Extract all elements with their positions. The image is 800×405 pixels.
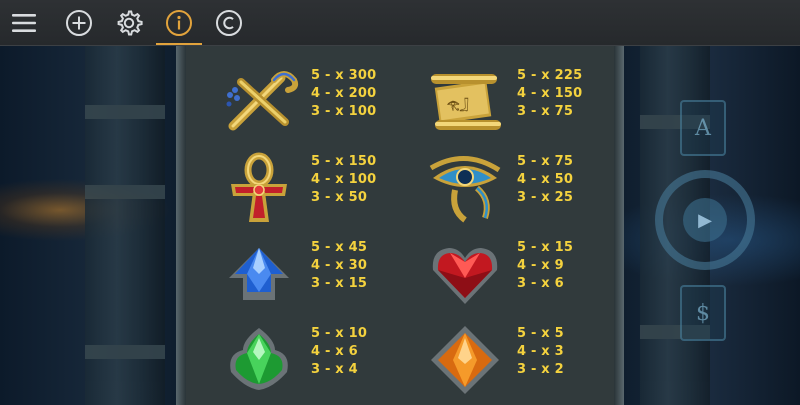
spin-wheel-decor: ▶: [655, 170, 755, 270]
crook-and-flail-icon: [226, 71, 299, 131]
paytable-entry-crook-and-flail: 5 - x 300 4 - x 200 3 - x 100: [219, 62, 419, 142]
paytable-entry-orange-diamond-gem: 5 - x 5 4 - x 3 3 - x 2: [425, 320, 625, 400]
pay-4: 4 - x 6: [311, 344, 358, 359]
pay-5: 5 - x 150: [311, 154, 377, 169]
pay-4: 4 - x 9: [517, 258, 564, 273]
pay-3: 3 - x 15: [311, 276, 368, 291]
menu-button[interactable]: [0, 0, 48, 45]
pay-5: 5 - x 75: [517, 154, 574, 169]
pay-4: 4 - x 100: [311, 172, 377, 187]
pay-5: 5 - x 10: [311, 326, 368, 341]
ankh-icon: [231, 152, 287, 222]
pay-4: 4 - x 3: [517, 344, 564, 359]
pay-5: 5 - x 225: [517, 68, 583, 83]
pay-5: 5 - x 15: [517, 240, 574, 255]
paytable-entry-red-heart-gem: 5 - x 15 4 - x 9 3 - x 6: [425, 234, 625, 314]
orange-diamond-gem-icon: [431, 326, 499, 394]
svg-text:𓂀𓃀: 𓂀𓃀: [447, 97, 468, 111]
side-card-dollar: $: [680, 285, 726, 341]
blue-gem-icon: [229, 248, 289, 300]
pay-4: 4 - x 150: [517, 86, 583, 101]
paytable-panel: 5 - x 300 4 - x 200 3 - x 100 𓂀𓃀 5 - x 2…: [176, 46, 624, 405]
pay-3: 3 - x 6: [517, 276, 564, 291]
green-gem-icon: [230, 328, 288, 390]
pay-3: 3 - x 100: [311, 104, 377, 119]
red-heart-gem-icon: [432, 248, 498, 304]
paytable-entry-blue-gem: 5 - x 45 4 - x 30 3 - x 15: [219, 234, 419, 314]
papyrus-scroll-icon: 𓂀𓃀: [431, 74, 501, 130]
plus-icon: [66, 9, 92, 36]
copyright-icon: [216, 9, 242, 36]
info-icon: [166, 9, 192, 36]
copyright-button[interactable]: [204, 0, 254, 45]
paytable-entry-eye-of-horus: 5 - x 75 4 - x 50 3 - x 25: [425, 148, 625, 228]
left-pillar-decor: [85, 45, 165, 405]
pay-4: 4 - x 30: [311, 258, 368, 273]
paytable-entry-papyrus-scroll: 𓂀𓃀 5 - x 225 4 - x 150 3 - x 75: [425, 62, 625, 142]
pay-4: 4 - x 200: [311, 86, 377, 101]
paytable-entry-green-gem: 5 - x 10 4 - x 6 3 - x 4: [219, 320, 419, 400]
add-button[interactable]: [54, 0, 104, 45]
pay-3: 3 - x 75: [517, 104, 574, 119]
gear-icon: [117, 10, 143, 35]
pay-3: 3 - x 2: [517, 362, 564, 377]
pay-3: 3 - x 25: [517, 190, 574, 205]
play-icon: ▶: [683, 198, 727, 242]
eye-of-horus-icon: [429, 156, 501, 223]
hamburger-menu-icon: [12, 13, 36, 32]
side-card-a: A: [680, 100, 726, 156]
pay-5: 5 - x 300: [311, 68, 377, 83]
paytable-entry-ankh: 5 - x 150 4 - x 100 3 - x 50: [219, 148, 419, 228]
panel-left-edge: [176, 46, 186, 405]
pay-4: 4 - x 50: [517, 172, 574, 187]
info-button[interactable]: [154, 0, 204, 45]
pay-3: 3 - x 4: [311, 362, 358, 377]
pay-5: 5 - x 45: [311, 240, 368, 255]
pay-5: 5 - x 5: [517, 326, 564, 341]
top-toolbar: [0, 0, 800, 46]
pay-3: 3 - x 50: [311, 190, 368, 205]
panel-right-edge: [614, 46, 624, 405]
settings-button[interactable]: [104, 0, 154, 45]
